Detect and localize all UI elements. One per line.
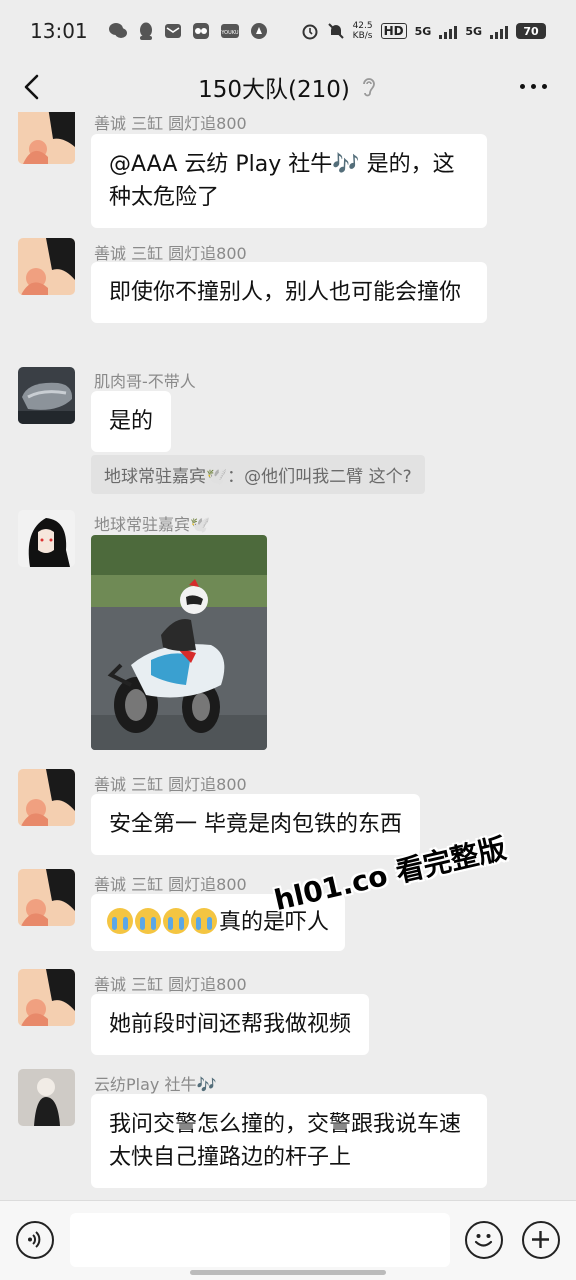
avatar[interactable]	[18, 769, 75, 826]
sender-name: 善诚 三缸 圆灯追800	[94, 244, 247, 263]
avatar[interactable]	[18, 1069, 75, 1126]
sender-name: 肌肉哥-不带人	[94, 372, 196, 391]
mute-bell-icon	[327, 23, 344, 39]
smile-icon[interactable]	[465, 1221, 503, 1259]
wechat-icon	[108, 23, 127, 38]
crying-emoji-icon	[135, 908, 161, 934]
plus-icon[interactable]	[522, 1221, 560, 1259]
svg-text:YOUKU: YOUKU	[220, 30, 239, 36]
status-time: 13:01	[30, 19, 88, 43]
hd-badge: HD	[380, 23, 407, 39]
message-bubble[interactable]: 她前段时间还帮我做视频	[91, 994, 370, 1055]
sender-name: 地球常驻嘉宾🕊️	[94, 515, 210, 534]
chat-list[interactable]: 善诚 三缸 圆灯追800 @AAA 云纺 Play 社牛🎶 是的，这种太危险了 …	[0, 112, 576, 1200]
status-right: 42.5 KB/s HD 5G 5G 70	[301, 21, 546, 41]
app-icon	[192, 23, 209, 39]
home-indicator[interactable]	[190, 1270, 386, 1275]
net-speed-value: 42.5	[352, 21, 373, 31]
qq-icon	[139, 22, 152, 40]
youku-icon: YOUKU	[220, 24, 239, 38]
avatar[interactable]	[18, 112, 75, 164]
message-bubble[interactable]: 即使你不撞别人，别人也可能会撞你	[91, 262, 487, 323]
sender-name: 善诚 三缸 圆灯追800	[94, 875, 247, 894]
net-speed-unit: KB/s	[352, 31, 373, 41]
chat-header: 150大队(210)	[0, 62, 576, 112]
message-text: 真的是吓人	[219, 910, 330, 935]
signal-bars-2	[490, 23, 508, 39]
status-bar: 13:01 YOUKU 42.5 KB/s HD 5G 5G 70	[0, 0, 576, 62]
chevron-left-icon[interactable]	[18, 72, 48, 102]
signal-2-label: 5G	[465, 24, 482, 38]
crying-emoji-icon	[163, 908, 189, 934]
signal-bars-1	[439, 23, 458, 39]
quoted-message[interactable]: 地球常驻嘉宾🕊️：@他们叫我二臂 这个?	[91, 455, 425, 494]
message-bubble[interactable]: 我问交警怎么撞的，交警跟我说车速太快自己撞路边的杆子上	[91, 1094, 487, 1188]
message-bubble[interactable]: 是的	[91, 391, 172, 452]
message-input[interactable]	[70, 1213, 450, 1267]
message-bubble[interactable]: 安全第一 毕竟是肉包铁的东西	[91, 794, 420, 855]
motorcycle-photo[interactable]	[91, 535, 267, 750]
avatar[interactable]	[18, 238, 75, 295]
chat-title-wrap: 150大队(210)	[198, 70, 378, 104]
input-bar	[0, 1200, 576, 1280]
battery-indicator: 70	[516, 23, 546, 39]
voice-icon[interactable]	[16, 1221, 54, 1259]
notification-icons: YOUKU	[108, 22, 268, 41]
compass-icon	[250, 23, 267, 39]
sender-name: 善诚 三缸 圆灯追800	[94, 114, 247, 133]
sender-name: 善诚 三缸 圆灯追800	[94, 975, 247, 994]
more-dots-icon[interactable]	[520, 74, 550, 98]
mail-icon	[164, 24, 181, 38]
ear-icon	[362, 78, 375, 97]
avatar[interactable]	[18, 510, 75, 567]
avatar[interactable]	[18, 367, 75, 424]
avatar[interactable]	[18, 969, 75, 1026]
net-speed: 42.5 KB/s	[353, 21, 373, 41]
message-bubble[interactable]: @AAA 云纺 Play 社牛🎶 是的，这种太危险了	[91, 134, 487, 228]
sender-name: 云纺Play 社牛🎶	[94, 1075, 217, 1094]
avatar[interactable]	[18, 869, 75, 926]
signal-1-label: 5G	[414, 24, 432, 38]
chat-title: 150大队(210)	[198, 77, 350, 103]
alarm-icon	[302, 24, 318, 40]
crying-emoji-icon	[107, 908, 133, 934]
sender-name: 善诚 三缸 圆灯追800	[94, 775, 247, 794]
crying-emoji-icon	[191, 908, 217, 934]
